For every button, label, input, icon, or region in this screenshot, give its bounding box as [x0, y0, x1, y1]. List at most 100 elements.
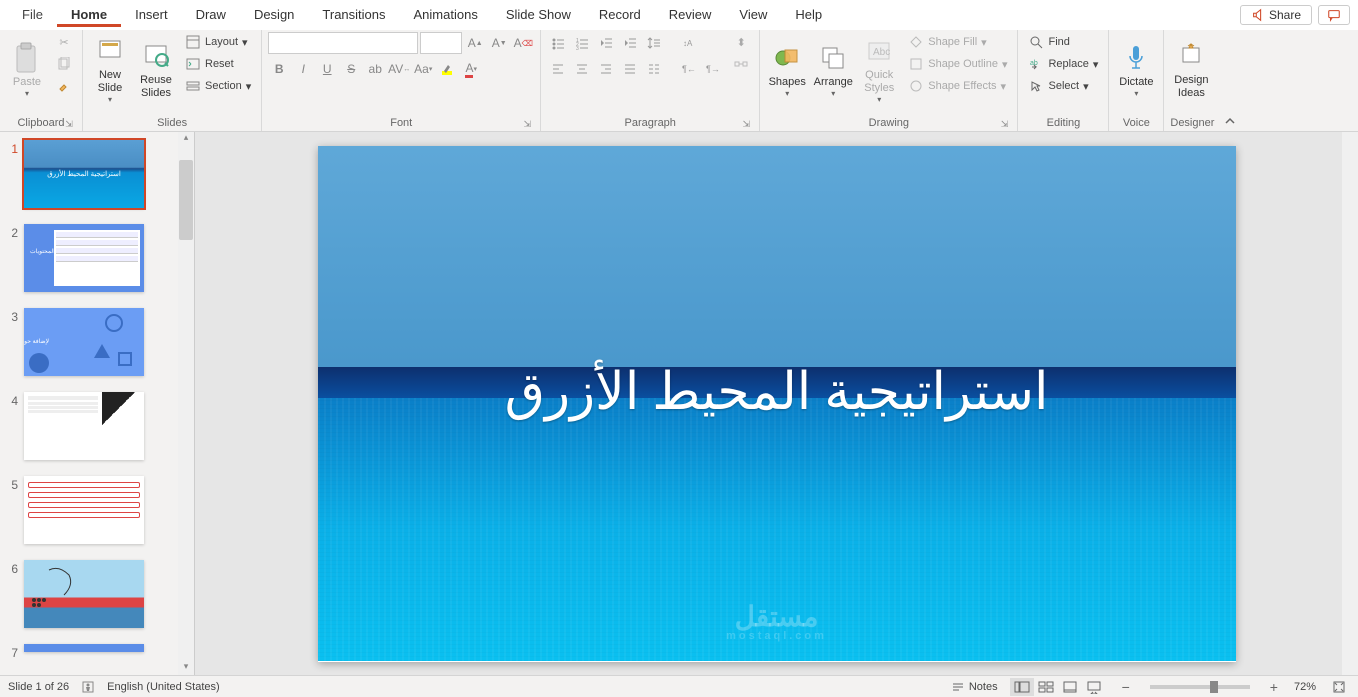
reading-view-button[interactable] — [1058, 678, 1082, 696]
thumbnail-scrollbar[interactable]: ▴ ▾ — [178, 132, 194, 675]
slideshow-view-button[interactable] — [1082, 678, 1106, 696]
launcher-icon[interactable]: ⇲ — [64, 119, 74, 129]
menu-design[interactable]: Design — [240, 3, 308, 26]
align-center-button[interactable] — [571, 58, 593, 80]
slide-title[interactable]: استراتيجية المحيط الأزرق — [318, 362, 1236, 422]
thumbnail-1[interactable]: 1 استراتيجية المحيط الأزرق — [4, 140, 174, 208]
rtl-button[interactable]: ¶← — [677, 58, 699, 80]
brush-icon — [56, 78, 72, 94]
select-label: Select — [1048, 80, 1079, 92]
line-spacing-button[interactable] — [643, 32, 665, 54]
underline-button[interactable]: U — [316, 58, 338, 80]
indent-inc-button[interactable] — [619, 32, 641, 54]
new-slide-button[interactable]: New Slide ▾ — [89, 32, 131, 108]
menu-draw[interactable]: Draw — [182, 3, 240, 26]
launcher-icon[interactable]: ⇲ — [741, 119, 751, 129]
sorter-view-button[interactable] — [1034, 678, 1058, 696]
shape-fill-button[interactable]: Shape Fill▾ — [904, 32, 1011, 52]
thumbnail-list[interactable]: 1 استراتيجية المحيط الأزرق 2 المحتويات 3… — [0, 132, 178, 675]
bullets-button[interactable] — [547, 32, 569, 54]
replace-button[interactable]: abReplace▾ — [1024, 54, 1102, 74]
menu-home[interactable]: Home — [57, 3, 121, 27]
main-scrollbar[interactable] — [1342, 132, 1358, 675]
zoom-out-button[interactable]: − — [1118, 679, 1134, 695]
char-spacing-button[interactable]: AV↔ — [388, 58, 410, 80]
thumb-number: 4 — [4, 392, 18, 408]
cut-button[interactable]: ✂ — [52, 32, 76, 52]
find-button[interactable]: Find — [1024, 32, 1102, 52]
menu-view[interactable]: View — [725, 3, 781, 26]
main-slide[interactable]: استراتيجية المحيط الأزرق مستقل mostaql.c… — [318, 146, 1236, 662]
strike-button[interactable]: S — [340, 58, 362, 80]
zoom-in-button[interactable]: + — [1266, 679, 1282, 695]
reset-button[interactable]: Reset — [181, 54, 255, 74]
language-label[interactable]: English (United States) — [107, 681, 220, 693]
zoom-slider[interactable] — [1150, 685, 1250, 689]
scrollbar-thumb[interactable] — [179, 160, 193, 240]
paste-button[interactable]: Paste ▾ — [6, 32, 48, 108]
menu-transitions[interactable]: Transitions — [308, 3, 399, 26]
italic-button[interactable]: I — [292, 58, 314, 80]
thumbnail-3[interactable]: 3 لإضافة حول — [4, 308, 174, 376]
numbering-button[interactable]: 123 — [571, 32, 593, 54]
align-right-button[interactable] — [595, 58, 617, 80]
change-case-button[interactable]: Aa▾ — [412, 58, 434, 80]
arrange-button[interactable]: Arrange▾ — [812, 32, 854, 108]
menu-review[interactable]: Review — [655, 3, 726, 26]
menu-insert[interactable]: Insert — [121, 3, 182, 26]
columns-button[interactable] — [643, 58, 665, 80]
font-color-button[interactable]: A▾ — [460, 58, 482, 80]
font-size-input[interactable] — [420, 32, 462, 54]
menu-animations[interactable]: Animations — [400, 3, 492, 26]
menu-help[interactable]: Help — [781, 3, 836, 26]
copy-button[interactable] — [52, 54, 76, 74]
format-painter-button[interactable] — [52, 76, 76, 96]
reuse-slides-button[interactable]: Reuse Slides — [135, 32, 177, 108]
bold-button[interactable]: B — [268, 58, 290, 80]
outline-icon — [908, 56, 924, 72]
select-button[interactable]: Select▾ — [1024, 76, 1102, 96]
thumbnail-2[interactable]: 2 المحتويات — [4, 224, 174, 292]
launcher-icon[interactable]: ⇲ — [999, 119, 1009, 129]
dictate-button[interactable]: Dictate▾ — [1115, 32, 1157, 108]
layout-button[interactable]: Layout▾ — [181, 32, 255, 52]
clear-format-button[interactable]: A⌫ — [512, 32, 534, 54]
comments-button[interactable] — [1318, 5, 1350, 25]
zoom-handle[interactable] — [1210, 681, 1218, 693]
align-left-button[interactable] — [547, 58, 569, 80]
menu-slideshow[interactable]: Slide Show — [492, 3, 585, 26]
slide-viewport[interactable]: استراتيجية المحيط الأزرق مستقل mostaql.c… — [195, 132, 1358, 675]
accessibility-check-icon[interactable] — [81, 680, 95, 694]
notes-toggle[interactable]: Notes — [951, 680, 998, 694]
collapse-ribbon-button[interactable] — [1220, 111, 1240, 131]
thumbnail-5[interactable]: 5 — [4, 476, 174, 544]
highlight-button[interactable] — [436, 58, 458, 80]
indent-dec-button[interactable] — [595, 32, 617, 54]
zoom-level[interactable]: 72% — [1294, 681, 1316, 693]
smartart-button[interactable] — [729, 54, 753, 74]
decrease-font-button[interactable]: A▼ — [488, 32, 510, 54]
section-button[interactable]: Section▾ — [181, 76, 255, 96]
fill-icon — [908, 34, 924, 50]
thumbnail-4[interactable]: 4 — [4, 392, 174, 460]
quick-styles-button[interactable]: Abc Quick Styles▾ — [858, 32, 900, 108]
thumbnail-6[interactable]: 6 — [4, 560, 174, 628]
shadow-button[interactable]: ab — [364, 58, 386, 80]
normal-view-button[interactable] — [1010, 678, 1034, 696]
ltr-button[interactable]: ¶→ — [701, 58, 723, 80]
share-button[interactable]: Share — [1240, 5, 1312, 25]
align-justify-button[interactable] — [619, 58, 641, 80]
fit-to-window-button[interactable] — [1328, 680, 1350, 694]
design-ideas-button[interactable]: Design Ideas — [1170, 32, 1212, 108]
text-direction-button[interactable]: ↕A — [677, 32, 699, 54]
shapes-button[interactable]: Shapes▾ — [766, 32, 808, 108]
shape-effects-button[interactable]: Shape Effects▾ — [904, 76, 1011, 96]
increase-font-button[interactable]: A▲ — [464, 32, 486, 54]
menu-file[interactable]: File — [8, 3, 57, 26]
menu-record[interactable]: Record — [585, 3, 655, 26]
thumbnail-7[interactable]: 7 — [4, 644, 174, 660]
font-family-input[interactable] — [268, 32, 418, 54]
launcher-icon[interactable]: ⇲ — [522, 119, 532, 129]
shape-outline-button[interactable]: Shape Outline▾ — [904, 54, 1011, 74]
align-text-button[interactable]: ⬍ — [729, 32, 753, 52]
